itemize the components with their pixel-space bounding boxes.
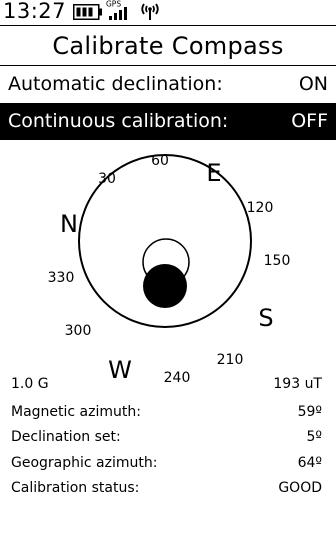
geographic-azimuth-row: Geographic azimuth: 64º (0, 452, 336, 474)
cardinal-east: E (206, 159, 222, 187)
battery-icon (73, 4, 103, 24)
gps-label: GPS (106, 0, 121, 9)
calibration-pointer (143, 264, 187, 308)
antenna-icon (140, 2, 160, 26)
status-bar: 13:27 GPS (0, 0, 336, 25)
degree-label-210: 210 (216, 352, 244, 368)
magnetic-azimuth-label: Magnetic azimuth: (11, 404, 141, 420)
geographic-azimuth-value: 64º (297, 455, 322, 471)
cardinal-north: N (60, 210, 78, 238)
field-strength-row: 1.0 G 193 uT (0, 373, 336, 395)
clock: 13:27 (3, 0, 67, 23)
automatic-declination-row[interactable]: Automatic declination: ON (0, 66, 336, 103)
continuous-calibration-label: Continuous calibration: (8, 110, 229, 132)
degree-label-30: 30 (98, 171, 116, 187)
status-divider (0, 25, 336, 26)
degree-label-300: 300 (64, 323, 92, 339)
degree-label-60: 60 (151, 153, 169, 169)
page-title: Calibrate Compass (52, 32, 284, 60)
degree-label-150: 150 (263, 253, 291, 269)
magnetic-azimuth-value: 59º (297, 404, 322, 420)
magnetic-azimuth-row: Magnetic azimuth: 59º (0, 401, 336, 423)
field-strength-gauss: 1.0 G (11, 376, 49, 392)
automatic-declination-value: ON (298, 73, 328, 95)
declination-label: Declination set: (11, 429, 121, 445)
compass-dial: 30 60 120 150 210 240 300 330 N E S W (0, 140, 336, 385)
cardinal-south: S (258, 304, 274, 332)
gps-signal-icon: GPS (106, 0, 134, 26)
declination-value: 5º (306, 429, 322, 445)
declination-row: Declination set: 5º (0, 426, 336, 448)
field-strength-microtesla: 193 uT (273, 376, 322, 392)
degree-label-120: 120 (246, 200, 274, 216)
continuous-calibration-row[interactable]: Continuous calibration: OFF (0, 103, 336, 140)
degree-label-330: 330 (47, 270, 75, 286)
continuous-calibration-value: OFF (291, 110, 328, 132)
geographic-azimuth-label: Geographic azimuth: (11, 455, 158, 471)
calibration-status-label: Calibration status: (11, 480, 140, 496)
calibration-status-value: GOOD (278, 480, 322, 496)
automatic-declination-label: Automatic declination: (8, 73, 223, 95)
calibration-status-row: Calibration status: GOOD (0, 477, 336, 499)
